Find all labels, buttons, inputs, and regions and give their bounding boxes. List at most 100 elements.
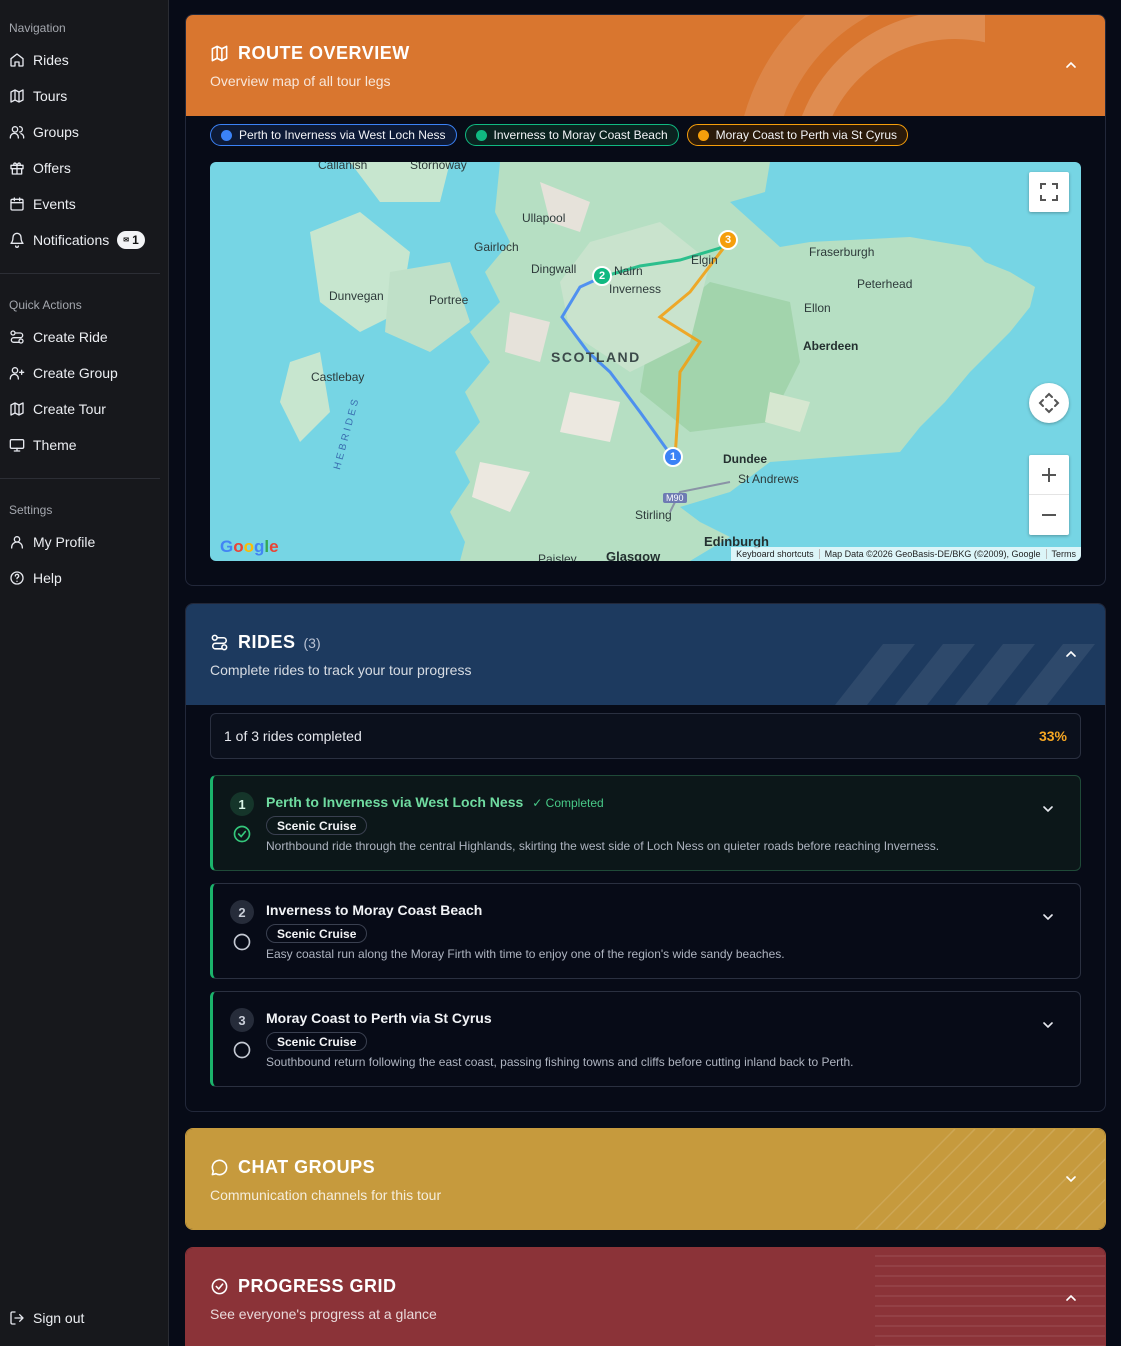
chevron-up-icon[interactable]: [1063, 646, 1079, 662]
minus-icon: [1042, 514, 1056, 516]
route-legend: Perth to Inverness via West Loch Ness In…: [210, 124, 909, 146]
chevron-down-icon[interactable]: [1040, 909, 1056, 925]
empty-circle-icon[interactable]: [232, 1040, 252, 1060]
zoom-out-button[interactable]: [1029, 495, 1069, 535]
progress-percent: 33%: [1038, 728, 1067, 744]
section-title: PROGRESS GRID: [238, 1276, 397, 1296]
chat-groups-card: CHAT GROUPS Communication channels for t…: [185, 1128, 1106, 1230]
check-circle-icon: [211, 1278, 228, 1295]
route-overview-header[interactable]: ROUTE OVERVIEW Overview map of all tour …: [186, 15, 1105, 116]
sidebar-item-label: Create Group: [33, 365, 118, 381]
chevron-down-icon[interactable]: [1040, 1017, 1056, 1033]
zoom-controls: [1029, 455, 1069, 535]
section-title: ROUTE OVERVIEW: [238, 43, 410, 63]
chevron-down-icon[interactable]: [1063, 1171, 1079, 1187]
google-logo: Google: [220, 537, 279, 556]
camera-control-button[interactable]: [1029, 383, 1069, 423]
route-marker-1[interactable]: 1: [663, 447, 683, 467]
legend-pill-leg-2[interactable]: Inverness to Moray Coast Beach: [464, 124, 679, 146]
map-place-label: Glasgow: [606, 549, 661, 561]
rides-card: RIDES (3) Complete rides to track your t…: [185, 603, 1106, 1112]
sidebar-item-theme[interactable]: Theme: [0, 427, 169, 463]
chevron-up-icon[interactable]: [1063, 1290, 1079, 1306]
terms-link[interactable]: Terms: [1045, 549, 1082, 559]
app-root: Navigation Rides Tours Groups Offers Eve…: [0, 0, 1121, 1346]
sidebar-item-groups[interactable]: Groups: [0, 114, 169, 150]
route-marker-3[interactable]: 3: [718, 230, 738, 250]
sidebar-item-tours[interactable]: Tours: [0, 78, 169, 114]
sidebar-item-help[interactable]: Help: [0, 560, 169, 596]
rides-header[interactable]: RIDES (3) Complete rides to track your t…: [186, 604, 1105, 705]
sidebar: Navigation Rides Tours Groups Offers Eve…: [0, 0, 169, 1346]
map-place-label: Aberdeen: [803, 339, 859, 353]
ride-number: 2: [230, 900, 254, 924]
sidebar-item-create-group[interactable]: Create Group: [0, 355, 169, 391]
route-icon: [211, 634, 228, 651]
sidebar-item-label: Offers: [33, 160, 71, 176]
sidebar-heading: Settings: [9, 503, 53, 517]
map-place-label: Portree: [429, 293, 469, 307]
ride-number: 3: [230, 1008, 254, 1032]
sidebar-item-my-profile[interactable]: My Profile: [0, 524, 169, 560]
chat-groups-header[interactable]: CHAT GROUPS Communication channels for t…: [186, 1129, 1105, 1229]
legend-pill-leg-3[interactable]: Moray Coast to Perth via St Cyrus: [686, 124, 909, 146]
fullscreen-button[interactable]: [1029, 172, 1069, 212]
sidebar-item-create-tour[interactable]: Create Tour: [0, 391, 169, 427]
map-place-label: Callanish: [318, 162, 368, 172]
monitor-icon: [9, 439, 25, 452]
check-circle-icon[interactable]: [232, 824, 252, 844]
map-place-label: Ullapool: [522, 211, 566, 225]
chevron-down-icon[interactable]: [1040, 801, 1056, 817]
progress-grid-header[interactable]: PROGRESS GRID See everyone's progress at…: [186, 1248, 1105, 1346]
rides-progress-summary: 1 of 3 rides completed 33%: [210, 713, 1081, 759]
map-place-label: Fraserburgh: [809, 245, 875, 259]
chevron-up-icon[interactable]: [1063, 57, 1079, 73]
sidebar-item-label: Help: [33, 570, 62, 586]
move-arrows-icon: [1038, 392, 1060, 414]
ride-title-text: Inverness to Moray Coast Beach: [266, 902, 483, 918]
sidebar-item-offers[interactable]: Offers: [0, 150, 169, 186]
sidebar-item-label: Groups: [33, 124, 79, 140]
zoom-in-button[interactable]: [1029, 455, 1069, 495]
completed-status: ✓ Completed: [532, 796, 604, 810]
rides-title: RIDES (3): [210, 632, 1105, 653]
ride-item-2[interactable]: 2 Inverness to Moray Coast Beach Scenic …: [210, 883, 1081, 979]
map-attribution: Keyboard shortcuts Map Data ©2026 GeoBas…: [731, 547, 1081, 561]
map-icon: [10, 402, 24, 416]
sidebar-item-label: Tours: [33, 88, 68, 104]
route-map[interactable]: Callanish Stornoway Ullapool Gairloch Di…: [210, 162, 1081, 561]
map-place-label: Gairloch: [474, 240, 519, 254]
ride-item-1[interactable]: 1 Perth to Inverness via West Loch Ness …: [210, 775, 1081, 871]
progress-grid-card: PROGRESS GRID See everyone's progress at…: [185, 1247, 1106, 1346]
plus-icon: [1042, 467, 1056, 482]
map-place-label: Stornoway: [410, 162, 467, 172]
keyboard-shortcuts-link[interactable]: Keyboard shortcuts: [731, 549, 819, 559]
notification-count-badge: ✉ 1: [117, 231, 145, 249]
empty-circle-icon[interactable]: [232, 932, 252, 952]
route-marker-2[interactable]: 2: [592, 266, 612, 286]
ride-description: Southbound return following the east coa…: [266, 1055, 854, 1069]
sidebar-section-navigation: Navigation Rides Tours Groups Offers Eve…: [0, 20, 169, 258]
route-overview-title: ROUTE OVERVIEW: [210, 43, 1105, 64]
legend-dot: [475, 129, 487, 141]
section-title: RIDES: [238, 632, 296, 652]
legend-label: Inverness to Moray Coast Beach: [493, 128, 668, 142]
chat-groups-title: CHAT GROUPS: [210, 1157, 1105, 1178]
map-place-label: Dundee: [723, 452, 768, 466]
sidebar-item-notifications[interactable]: Notifications ✉ 1: [0, 222, 169, 258]
sidebar-heading: Quick Actions: [9, 298, 82, 312]
sidebar-item-create-ride[interactable]: Create Ride: [0, 319, 169, 355]
route-overview-card: ROUTE OVERVIEW Overview map of all tour …: [185, 14, 1106, 586]
sign-out-button[interactable]: Sign out: [0, 1300, 169, 1336]
sidebar-item-events[interactable]: Events: [0, 186, 169, 222]
legend-pill-leg-1[interactable]: Perth to Inverness via West Loch Ness: [210, 124, 457, 146]
ride-title-text: Moray Coast to Perth via St Cyrus: [266, 1010, 492, 1026]
sidebar-item-rides[interactable]: Rides: [0, 42, 169, 78]
ride-item-3[interactable]: 3 Moray Coast to Perth via St Cyrus Scen…: [210, 991, 1081, 1087]
map-place-label: Paisley: [538, 552, 577, 561]
fullscreen-icon: [1040, 183, 1058, 201]
legend-label: Perth to Inverness via West Loch Ness: [239, 128, 446, 142]
sidebar-item-label: Create Ride: [33, 329, 108, 345]
bell-icon: [10, 232, 24, 248]
section-title: CHAT GROUPS: [238, 1157, 376, 1177]
